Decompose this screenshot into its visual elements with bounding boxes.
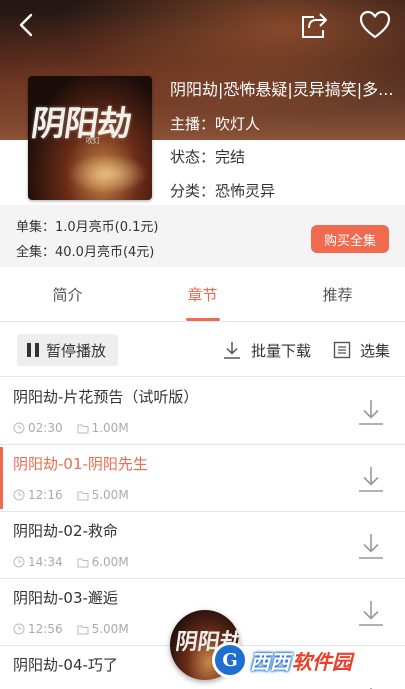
clock-icon — [13, 623, 25, 635]
status-label: 状态： — [170, 148, 216, 166]
episode-title: 阴阳劫-03-邂逅 — [13, 589, 118, 607]
episode-title: 阴阳劫-01-阴阳先生 — [13, 455, 148, 473]
tab-bar: 简介 章节 推荐 — [0, 270, 405, 322]
tab-chapters[interactable]: 章节 — [135, 270, 270, 322]
category-value: 恐怖灵异 — [215, 182, 276, 200]
episode-title: 阴阳劫-02-救命 — [13, 522, 118, 540]
download-icon — [224, 342, 240, 359]
episode-item[interactable]: 阴阳劫-02-救命 14:34 6.00M — [0, 512, 405, 579]
back-arrow-icon[interactable] — [12, 10, 42, 40]
folder-icon — [77, 558, 89, 567]
download-icon[interactable] — [357, 599, 385, 627]
episode-duration: 12:56 — [28, 622, 63, 636]
folder-icon — [77, 491, 89, 500]
pause-button[interactable]: 暂停播放 — [17, 334, 118, 366]
list-icon — [333, 341, 351, 359]
watermark-logo: G — [212, 642, 248, 678]
episode-title: 阴阳劫-片花预告（试听版） — [13, 388, 199, 406]
category-row: 分类：恐怖灵异 — [170, 180, 275, 201]
episode-item[interactable]: 阴阳劫-01-阴阳先生 12:16 5.00M — [0, 445, 405, 512]
host-label: 主播： — [170, 115, 216, 133]
episode-meta: 14:34 6.00M — [13, 555, 129, 569]
episode-duration: 14:34 — [28, 555, 63, 569]
host-value: 吹灯人 — [215, 115, 261, 133]
batch-download-button[interactable]: 批量下载 — [222, 334, 311, 366]
heart-icon[interactable] — [358, 9, 392, 41]
share-icon[interactable] — [298, 9, 330, 41]
episode-meta: 12:16 5.00M — [13, 488, 129, 502]
host-row: 主播：吹灯人 — [170, 113, 260, 134]
select-label: 选集 — [360, 341, 391, 360]
single-price: 单集：1.0月亮币(0.1元) — [16, 220, 159, 235]
full-price: 全集：40.0月亮币(4元) — [16, 245, 155, 260]
download-icon[interactable] — [357, 398, 385, 426]
cover-author: 吹灯 — [86, 137, 100, 145]
pause-icon — [27, 343, 39, 357]
episode-title: 阴阳劫-04-巧了 — [13, 656, 118, 674]
buy-all-button[interactable]: 购买全集 — [311, 225, 389, 253]
playing-indicator — [0, 447, 3, 509]
episode-meta: 02:30 1.00M — [13, 421, 129, 435]
watermark-text: 西西 — [250, 649, 290, 674]
status-value: 完结 — [215, 148, 246, 166]
episode-meta: 12:56 5.00M — [13, 622, 129, 636]
top-bar — [0, 0, 405, 50]
folder-icon — [77, 424, 89, 433]
episode-size: 5.00M — [91, 622, 129, 636]
clock-icon — [13, 489, 25, 501]
select-episodes-button[interactable]: 选集 — [333, 334, 390, 366]
category-label: 分类： — [170, 182, 216, 200]
folder-icon — [77, 625, 89, 634]
episode-duration: 12:16 — [28, 488, 63, 502]
episode-item[interactable]: 阴阳劫-片花预告（试听版） 02:30 1.00M — [0, 378, 405, 445]
tab-recommend[interactable]: 推荐 — [270, 270, 405, 322]
book-cover[interactable]: 阴阳劫 吹灯 — [28, 76, 152, 200]
batch-download-label: 批量下载 — [251, 341, 312, 360]
episode-size: 6.00M — [91, 555, 129, 569]
tab-intro[interactable]: 简介 — [0, 270, 135, 322]
episode-duration: 02:30 — [28, 421, 63, 435]
cover-glow — [68, 154, 148, 194]
watermark-accent-text: 软件园 — [292, 649, 352, 674]
download-icon[interactable] — [357, 532, 385, 560]
clock-icon — [13, 556, 25, 568]
pause-label: 暂停播放 — [46, 341, 107, 360]
episode-size: 1.00M — [91, 421, 129, 435]
download-icon[interactable] — [357, 465, 385, 493]
episode-size: 5.00M — [91, 488, 129, 502]
clock-icon — [13, 422, 25, 434]
status-row: 状态：完结 — [170, 146, 245, 167]
episode-toolbar: 暂停播放 批量下载 选集 — [0, 323, 405, 377]
active-tab-indicator — [186, 318, 220, 321]
watermark: G 西西 软件园 — [212, 641, 352, 679]
book-title: 阴阳劫|恐怖悬疑|灵异搞笑|多... — [170, 80, 394, 99]
